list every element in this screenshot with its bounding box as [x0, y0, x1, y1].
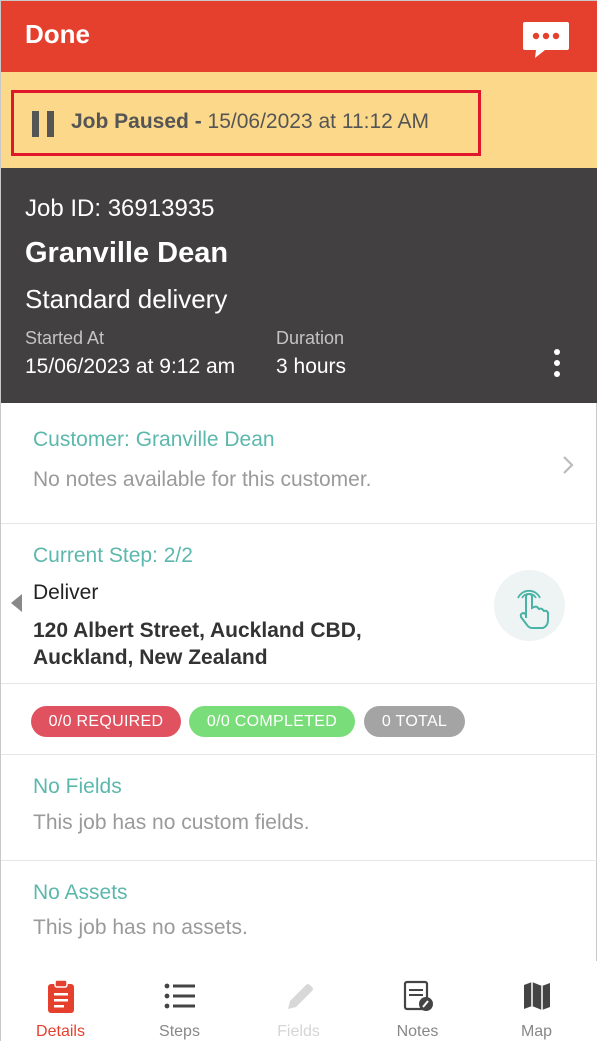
chevron-right-icon: [563, 456, 574, 474]
job-status-banner: Job Paused - 15/06/2023 at 11:12 AM: [1, 72, 597, 168]
duration-label: Duration: [276, 328, 345, 348]
address-line-1: 120 Albert Street, Auckland CBD,: [33, 619, 362, 642]
paused-status-text: Job Paused - 15/06/2023 at 11:12 AM: [71, 110, 429, 134]
tab-map-label: Map: [520, 1023, 553, 1040]
tab-fields[interactable]: Fields: [239, 961, 358, 1041]
job-customer-name: Granville Dean: [25, 237, 229, 269]
bottom-tab-bar: Details Steps Fields Notes Map: [1, 961, 597, 1041]
tab-map[interactable]: Map: [477, 961, 596, 1041]
step-address: 120 Albert Street, Auckland CBD, Aucklan…: [33, 617, 362, 671]
pencil-icon: [288, 984, 313, 1009]
map-icon: [524, 982, 550, 1010]
tap-hand-icon: [517, 589, 549, 629]
started-at-label: Started At: [25, 328, 105, 348]
total-badge: 0 TOTAL: [364, 706, 465, 737]
customer-notes: No notes available for this customer.: [33, 468, 372, 491]
job-id: Job ID: 36913935: [25, 195, 215, 222]
pause-icon: [32, 111, 54, 137]
assets-text: This job has no assets.: [33, 916, 248, 939]
tab-steps-label: Steps: [159, 1023, 200, 1040]
assets-section: No Assets This job has no assets.: [1, 861, 597, 961]
started-at-value: 15/06/2023 at 9:12 am: [25, 355, 236, 378]
customer-section[interactable]: Customer: Granville Dean No notes availa…: [1, 403, 597, 524]
tab-steps[interactable]: Steps: [120, 961, 239, 1041]
paused-label: Job Paused -: [71, 110, 202, 133]
step-action: Deliver: [33, 581, 99, 604]
job-type: Standard delivery: [25, 284, 228, 314]
customer-title: Customer: Granville Dean: [33, 428, 275, 451]
tab-notes-label: Notes: [396, 1023, 439, 1040]
tap-hand-button[interactable]: [494, 570, 565, 641]
job-summary-card: Job ID: 36913935 Granville Dean Standard…: [1, 168, 597, 403]
done-button[interactable]: Done: [25, 19, 90, 50]
previous-step-arrow-icon[interactable]: [11, 594, 22, 612]
address-line-2: Auckland, New Zealand: [33, 646, 268, 669]
badge-row: 0/0 REQUIRED 0/0 COMPLETED 0 TOTAL: [1, 684, 597, 755]
tab-details-label: Details: [36, 1023, 85, 1040]
completed-badge: 0/0 COMPLETED: [189, 706, 355, 737]
fields-text: This job has no custom fields.: [33, 811, 310, 834]
current-step-title: Current Step: 2/2: [33, 544, 193, 567]
current-step-section: Current Step: 2/2 Deliver 120 Albert Str…: [1, 524, 597, 684]
top-bar: Done: [1, 1, 597, 72]
notes-icon: [403, 980, 433, 1011]
assets-title: No Assets: [33, 881, 128, 904]
tab-fields-label: Fields: [277, 1023, 320, 1040]
more-options-icon[interactable]: [550, 349, 564, 379]
tab-notes[interactable]: Notes: [358, 961, 477, 1041]
paused-timestamp: 15/06/2023 at 11:12 AM: [207, 110, 430, 133]
list-icon: [164, 983, 195, 1009]
tab-details[interactable]: Details: [1, 961, 120, 1041]
duration-value: 3 hours: [276, 355, 347, 378]
fields-section: No Fields This job has no custom fields.: [1, 755, 597, 861]
paused-highlight: Job Paused - 15/06/2023 at 11:12 AM: [11, 90, 481, 156]
clipboard-icon: [48, 979, 74, 1013]
chat-bubble-icon[interactable]: [521, 20, 571, 60]
fields-title: No Fields: [33, 775, 122, 798]
required-badge: 0/0 REQUIRED: [31, 706, 181, 737]
